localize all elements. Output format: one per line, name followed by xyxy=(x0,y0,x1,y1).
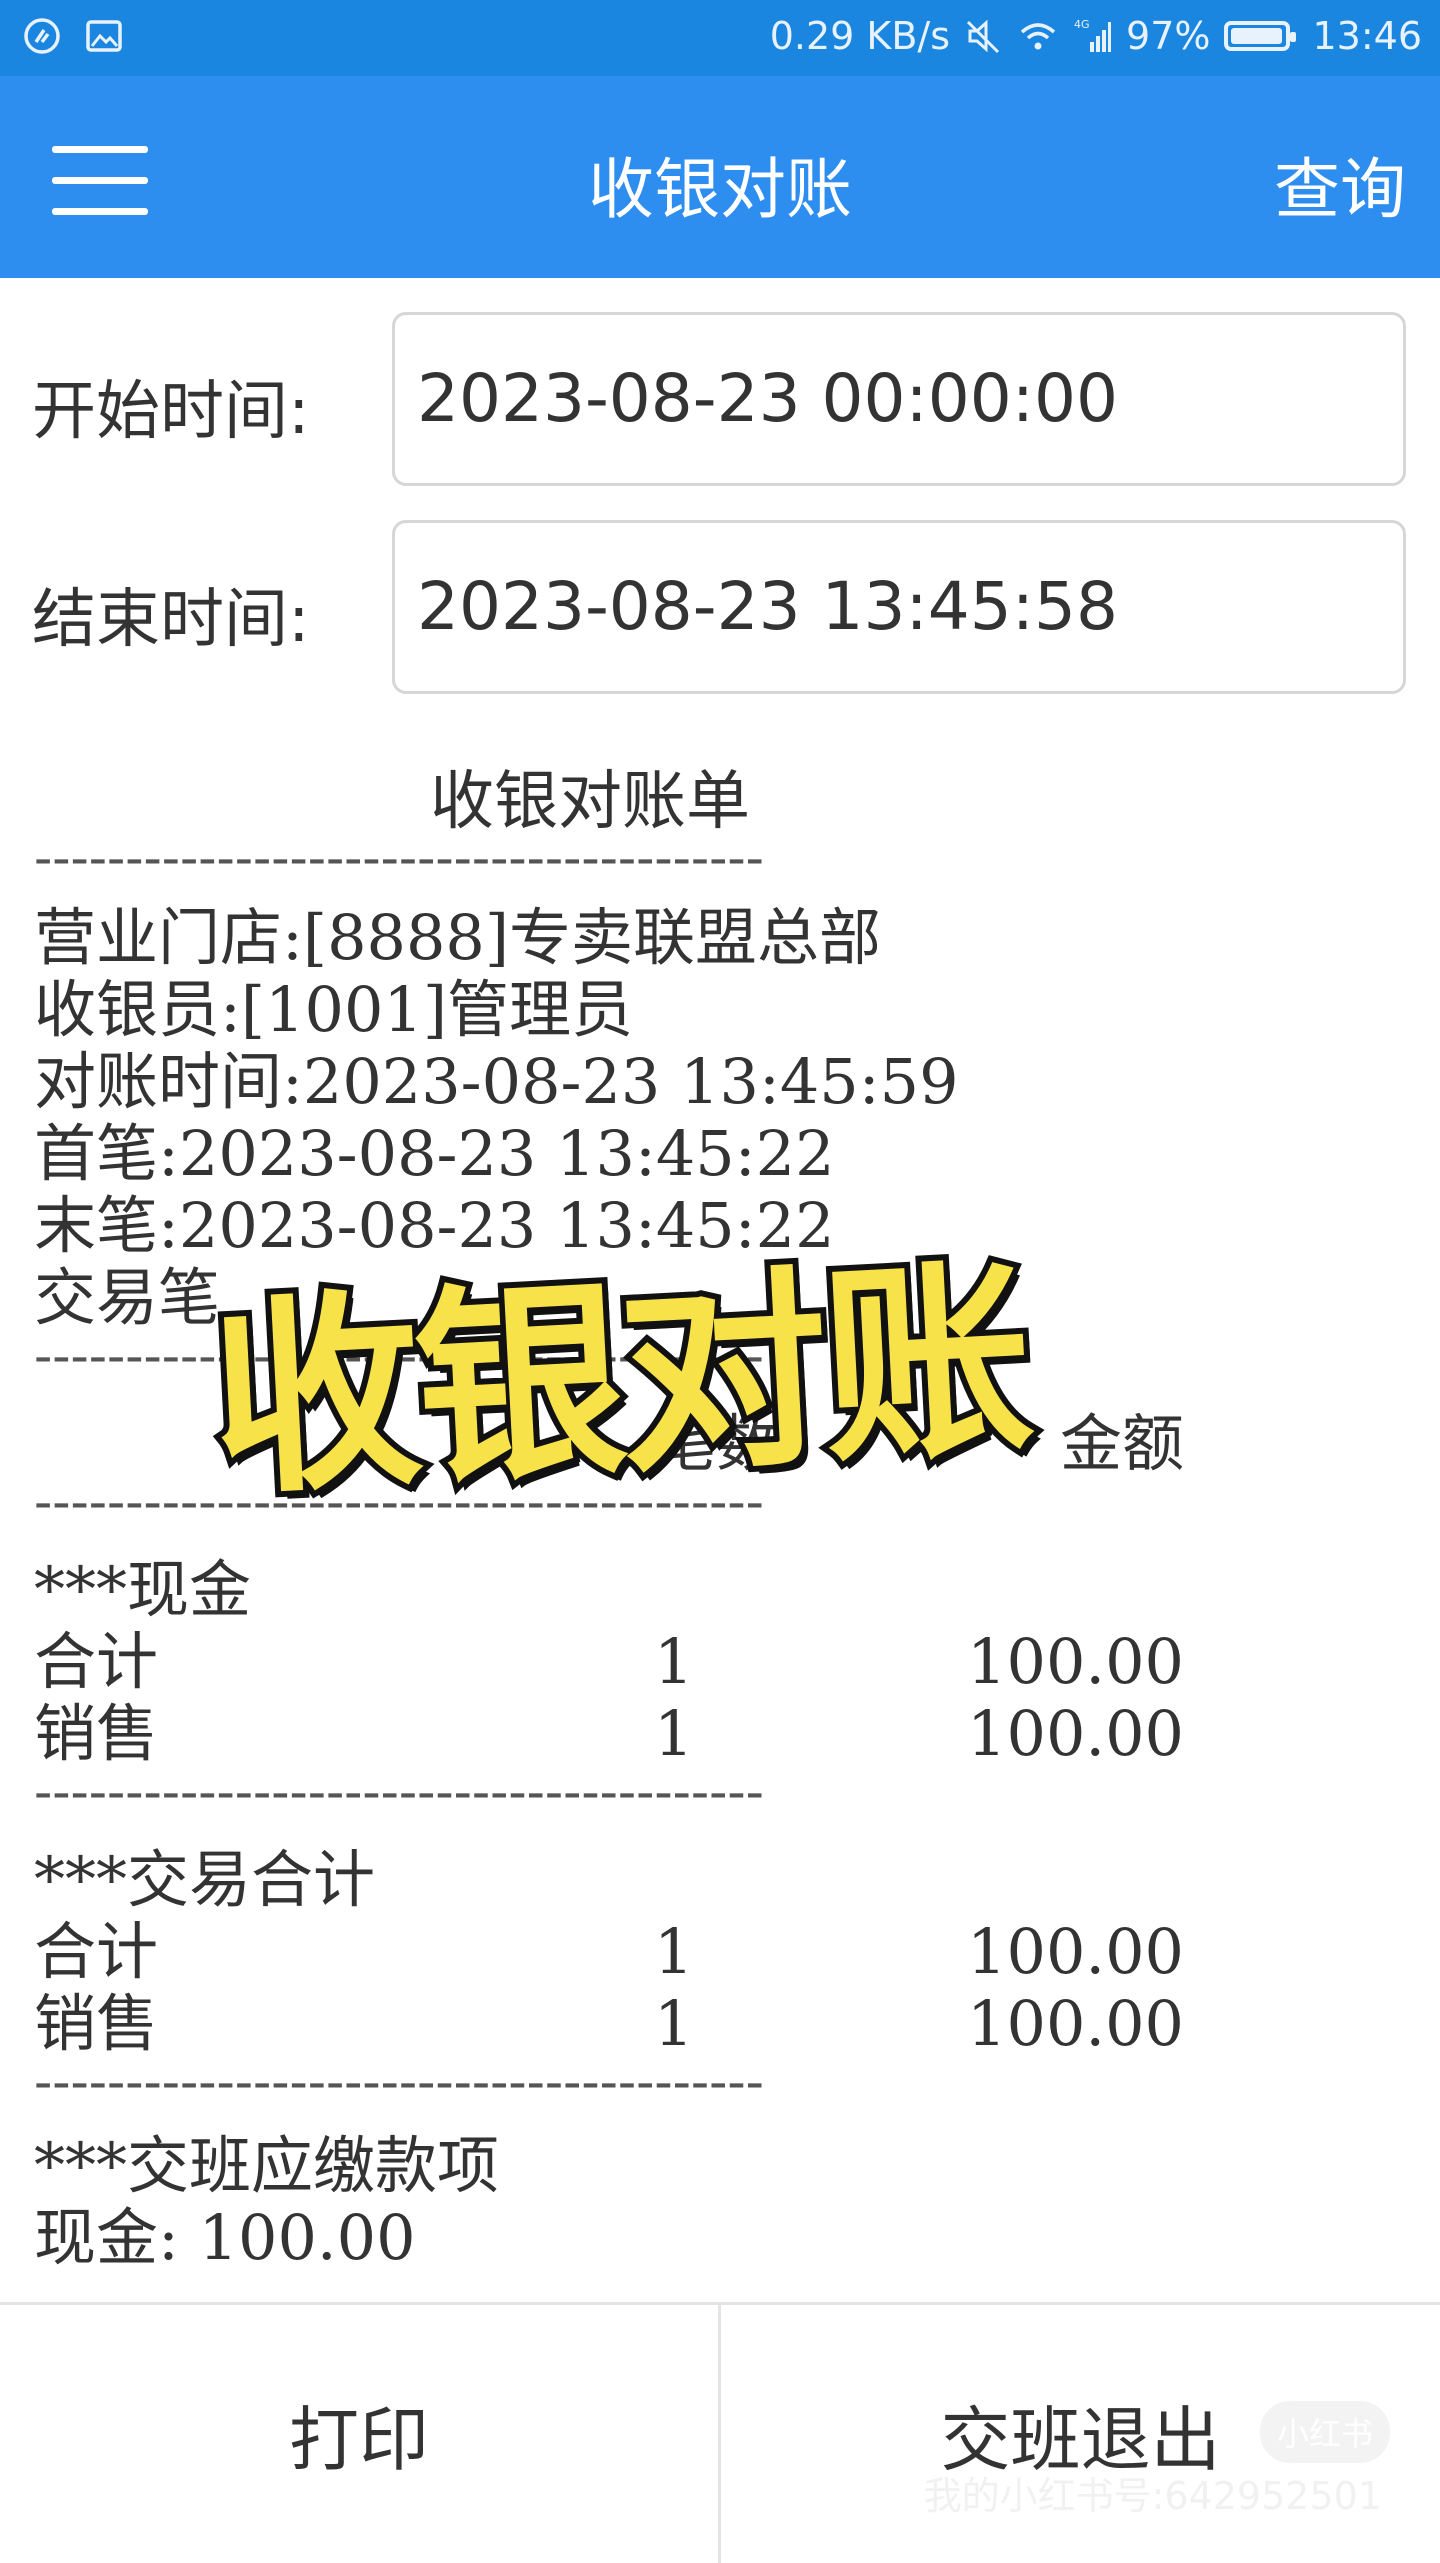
watermark-badge: 小红书 xyxy=(1260,2401,1390,2463)
start-time-label: 开始时间: xyxy=(32,375,310,449)
bottom-action-bar: 打印 交班退出 小红书 我的小红书号:642952501 xyxy=(0,2302,1440,2563)
row-label: 合计 xyxy=(34,1625,159,1698)
app-notification-icon xyxy=(24,18,60,54)
clock: 13:46 xyxy=(1312,14,1422,58)
divider: ---------------------------------------- xyxy=(34,1760,764,1823)
divider: ---------------------------------------- xyxy=(34,826,764,889)
overlay-caption: 收银对账 xyxy=(199,1231,1039,1530)
divider: ---------------------------------------- xyxy=(34,2050,764,2113)
row-label: 合计 xyxy=(34,1915,159,1988)
end-time-label: 结束时间: xyxy=(32,583,310,657)
watermark-text: 我的小红书号:642952501 xyxy=(923,2474,1382,2518)
gallery-notification-icon xyxy=(86,20,122,52)
battery-fill xyxy=(1231,28,1282,44)
battery-percent: 97% xyxy=(1126,14,1211,58)
svg-text:4G: 4G xyxy=(1074,18,1090,31)
end-time-field[interactable]: 2023-08-23 13:45:58 xyxy=(392,520,1406,694)
handover-title: ***交班应缴款项 xyxy=(34,2129,500,2202)
row-amount: 100.00 xyxy=(967,1915,1184,1988)
row-count: 1 xyxy=(654,1625,694,1698)
status-bar: 0.29 KB/s 4G 97% 13:46 xyxy=(0,0,1440,76)
check-time-line: 对账时间:2023-08-23 13:45:59 xyxy=(34,1045,959,1118)
wifi-icon xyxy=(1020,23,1056,50)
section-title: ***交易合计 xyxy=(34,1843,376,1916)
signal-icon: 4G xyxy=(1074,18,1112,52)
page-title: 收银对账 xyxy=(588,151,852,228)
store-line: 营业门店:[8888]专卖联盟总部 xyxy=(34,901,882,974)
cashier-line: 收银员:[1001]管理员 xyxy=(34,973,634,1046)
handover-cash: 现金: 100.00 xyxy=(34,2201,416,2274)
network-speed: 0.29 KB/s xyxy=(769,14,951,58)
row-amount: 100.00 xyxy=(967,1625,1184,1698)
print-button[interactable]: 打印 xyxy=(0,2305,718,2563)
end-time-row: 结束时间: 2023-08-23 13:45:58 xyxy=(0,520,1440,696)
query-button[interactable]: 查询 xyxy=(1274,136,1406,232)
start-time-field[interactable]: 2023-08-23 00:00:00 xyxy=(392,312,1406,486)
start-time-row: 开始时间: 2023-08-23 00:00:00 xyxy=(0,312,1440,488)
section-title: ***现金 xyxy=(34,1553,252,1626)
first-txn-line: 首笔:2023-08-23 13:45:22 xyxy=(34,1117,835,1190)
mute-icon xyxy=(966,19,1000,54)
row-count: 1 xyxy=(654,1915,694,1988)
battery-icon xyxy=(1224,21,1297,51)
table-row: 合计 1 100.00 xyxy=(34,1626,1184,1698)
table-row: 合计 1 100.00 xyxy=(34,1916,1184,1988)
app-bar: 收银对账 查询 xyxy=(0,76,1440,278)
